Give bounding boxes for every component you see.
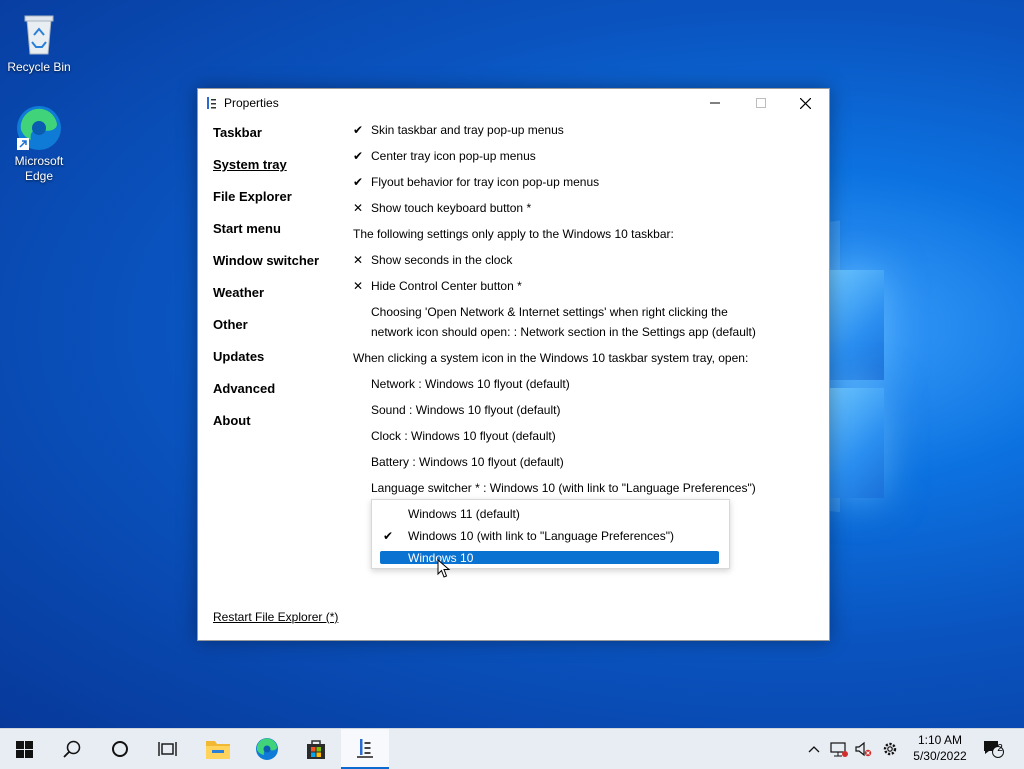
task-view-button[interactable] xyxy=(144,729,192,769)
cross-icon: ✕ xyxy=(353,201,364,215)
clock-date: 5/30/2022 xyxy=(913,749,967,763)
desktop-icon-label: Recycle Bin xyxy=(7,60,71,74)
setting-label: Show seconds in the clock xyxy=(371,253,513,267)
setting-battery[interactable]: Battery : Windows 10 flyout (default) xyxy=(353,452,564,472)
checkmark-icon: ✔ xyxy=(353,123,364,137)
desktop-icon-recycle-bin[interactable]: Recycle Bin xyxy=(4,10,74,75)
task-view-icon xyxy=(158,742,177,756)
window-title: Properties xyxy=(224,96,279,110)
show-hidden-icons-button[interactable] xyxy=(804,729,824,769)
properties-window: Properties Taskbar System tray File Expl… xyxy=(197,88,830,641)
restart-file-explorer-link[interactable]: Restart File Explorer (*) xyxy=(213,610,338,624)
windows-start-icon xyxy=(15,740,33,758)
edge-taskbar-button[interactable] xyxy=(243,729,291,769)
volume-tray-button[interactable] xyxy=(852,729,874,769)
search-icon xyxy=(63,740,81,758)
store-icon xyxy=(307,740,325,759)
setting-sound[interactable]: Sound : Windows 10 flyout (default) xyxy=(353,400,560,420)
checkmark-icon: ✔ xyxy=(383,529,394,543)
windows-logo-pane xyxy=(828,388,884,498)
dropdown-option-highlighted[interactable]: Windows 10 xyxy=(380,551,719,565)
sidebar-item-updates[interactable]: Updates xyxy=(213,349,319,381)
option-label: Windows 11 (default) xyxy=(408,507,520,521)
sidebar-item-advanced[interactable]: Advanced xyxy=(213,381,319,413)
checkmark-icon: ✔ xyxy=(353,175,364,189)
edge-icon xyxy=(15,104,63,152)
minimize-button[interactable] xyxy=(692,89,738,117)
title-bar[interactable]: Properties xyxy=(198,89,829,117)
system-icon-note: When clicking a system icon in the Windo… xyxy=(353,351,749,365)
close-icon xyxy=(799,97,811,109)
cortana-button[interactable] xyxy=(96,729,144,769)
file-explorer-button[interactable] xyxy=(194,729,242,769)
volume-muted-icon xyxy=(855,741,872,757)
close-button[interactable] xyxy=(782,89,828,117)
notification-count: 2 xyxy=(997,743,1003,754)
start-button[interactable] xyxy=(0,729,48,769)
maximize-icon xyxy=(756,98,766,108)
gear-icon xyxy=(883,742,897,756)
sidebar-item-window-switcher[interactable]: Window switcher xyxy=(213,253,319,285)
sidebar-item-start-menu[interactable]: Start menu xyxy=(213,221,319,253)
setting-touch-keyboard[interactable]: ✕ Show touch keyboard button * xyxy=(353,198,531,218)
setting-hide-control-center[interactable]: ✕ Hide Control Center button * xyxy=(353,276,522,296)
properties-taskbar-button[interactable] xyxy=(341,729,389,769)
chevron-up-icon xyxy=(808,746,820,753)
taskbar: 1:10 AM 5/30/2022 2 xyxy=(0,728,1024,769)
setting-label: Show touch keyboard button * xyxy=(371,201,532,215)
settings-tray-button[interactable] xyxy=(878,729,902,769)
network-icon xyxy=(830,742,848,757)
clock-time: 1:10 AM xyxy=(917,733,963,747)
network-tray-button[interactable] xyxy=(828,729,850,769)
file-explorer-icon xyxy=(206,741,230,759)
language-switcher-dropdown: Windows 11 (default) ✔ Windows 10 (with … xyxy=(371,499,730,569)
dropdown-option[interactable]: ✔ Windows 10 (with link to "Language Pre… xyxy=(380,529,719,543)
properties-app-icon xyxy=(207,97,216,109)
action-center-button[interactable]: 2 xyxy=(978,729,1008,769)
setting-center-menus[interactable]: ✔ Center tray icon pop-up menus xyxy=(353,146,536,166)
taskbar-clock[interactable]: 1:10 AM 5/30/2022 xyxy=(905,732,975,764)
search-button[interactable] xyxy=(48,729,96,769)
setting-label: Hide Control Center button * xyxy=(371,279,522,293)
properties-app-icon xyxy=(357,739,373,758)
recycle-bin-icon xyxy=(15,10,63,58)
setting-label: Center tray icon pop-up menus xyxy=(371,149,536,163)
desktop-icon-label: Microsoft Edge xyxy=(14,154,64,183)
setting-network-choice-line2[interactable]: network icon should open: : Network sect… xyxy=(353,322,756,342)
setting-show-seconds[interactable]: ✕ Show seconds in the clock xyxy=(353,250,512,270)
desktop-icon-edge[interactable]: Microsoft Edge xyxy=(4,104,74,184)
maximize-button[interactable] xyxy=(738,89,784,117)
setting-clock[interactable]: Clock : Windows 10 flyout (default) xyxy=(353,426,556,446)
win10-note: The following settings only apply to the… xyxy=(353,227,674,241)
sidebar-item-system-tray[interactable]: System tray xyxy=(213,157,319,189)
setting-language-switcher[interactable]: Language switcher * : Windows 10 (with l… xyxy=(353,478,756,498)
setting-label: Flyout behavior for tray icon pop-up men… xyxy=(371,175,600,189)
sidebar-nav: Taskbar System tray File Explorer Start … xyxy=(213,125,319,445)
setting-network-choice-line1[interactable]: Choosing 'Open Network & Internet settin… xyxy=(353,302,728,322)
mouse-cursor-icon xyxy=(437,559,451,578)
cross-icon: ✕ xyxy=(353,253,364,267)
dropdown-option[interactable]: Windows 11 (default) xyxy=(380,507,719,521)
cross-icon: ✕ xyxy=(353,279,364,293)
checkmark-icon: ✔ xyxy=(353,149,364,163)
minimize-icon xyxy=(710,102,720,104)
sidebar-item-file-explorer[interactable]: File Explorer xyxy=(213,189,319,221)
sidebar-item-weather[interactable]: Weather xyxy=(213,285,319,317)
store-button[interactable] xyxy=(292,729,340,769)
sidebar-item-other[interactable]: Other xyxy=(213,317,319,349)
windows-logo-pane xyxy=(828,270,884,380)
sidebar-item-about[interactable]: About xyxy=(213,413,319,445)
cortana-icon xyxy=(112,741,128,757)
setting-label: Skin taskbar and tray pop-up menus xyxy=(371,123,564,137)
setting-skin-menus[interactable]: ✔ Skin taskbar and tray pop-up menus xyxy=(353,120,564,140)
setting-network[interactable]: Network : Windows 10 flyout (default) xyxy=(353,374,570,394)
sidebar-item-taskbar[interactable]: Taskbar xyxy=(213,125,319,157)
edge-icon xyxy=(256,738,278,760)
setting-flyout-menus[interactable]: ✔ Flyout behavior for tray icon pop-up me… xyxy=(353,172,599,192)
option-label: Windows 10 (with link to "Language Prefe… xyxy=(408,529,674,543)
